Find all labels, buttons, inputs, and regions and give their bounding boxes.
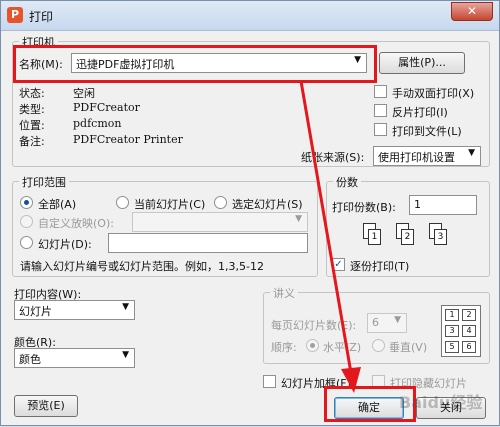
range-current-slide-label: 当前幻灯片(C) bbox=[134, 198, 206, 211]
manual-duplex-label: 手动双面打印(X) bbox=[392, 87, 475, 100]
frame-slides-checkbox[interactable] bbox=[263, 375, 276, 388]
handout-cell: 5 bbox=[445, 341, 459, 353]
slides-range-input[interactable] bbox=[108, 233, 308, 253]
watermark-text: Baidu经验 bbox=[399, 393, 483, 412]
handout-cell: 3 bbox=[445, 325, 459, 337]
handout-layout-preview: 1 2 3 4 5 6 bbox=[441, 305, 481, 357]
collate-pages-icon: 3 bbox=[429, 223, 449, 247]
range-slides-label: 幻灯片(D): bbox=[38, 238, 92, 251]
comment-label: 备注: bbox=[19, 135, 45, 148]
order-label: 顺序: bbox=[271, 341, 297, 354]
comment-value: PDFCreator Printer bbox=[73, 133, 183, 146]
copies-group-title: 份数 bbox=[333, 174, 361, 190]
reverse-print-label: 反片打印(I) bbox=[392, 106, 448, 119]
range-current-slide-radio[interactable] bbox=[116, 196, 129, 209]
wps-app-icon: P bbox=[7, 7, 23, 23]
collate-pages-icon: 2 bbox=[396, 223, 416, 247]
collate-pages-icon: 1 bbox=[363, 223, 383, 247]
chevron-down-icon: ▼ bbox=[394, 315, 401, 325]
handout-cell: 4 bbox=[462, 325, 476, 337]
range-selected-slides-label: 选定幻灯片(S) bbox=[232, 198, 303, 211]
location-value: pdfcmon bbox=[73, 117, 122, 130]
color-value: 颜色 bbox=[19, 353, 41, 366]
manual-duplex-checkbox[interactable] bbox=[374, 85, 387, 98]
printer-properties-button[interactable]: 属性(P)... bbox=[379, 52, 465, 74]
handout-cell: 1 bbox=[445, 309, 459, 321]
custom-show-select[interactable]: ▼ bbox=[132, 212, 308, 232]
annotation-highlight-printer bbox=[13, 45, 377, 83]
slides-per-page-value: 6 bbox=[372, 316, 379, 329]
print-to-file-checkbox[interactable] bbox=[374, 123, 387, 136]
page-front-icon: 2 bbox=[401, 229, 414, 245]
print-range-group-title: 打印范围 bbox=[19, 174, 69, 190]
order-horizontal-label: 水平(Z) bbox=[323, 341, 362, 354]
chevron-down-icon: ▼ bbox=[468, 148, 475, 158]
order-horizontal-radio[interactable] bbox=[306, 339, 319, 352]
paper-source-value: 使用打印机设置 bbox=[378, 151, 455, 164]
page-front-icon: 3 bbox=[434, 229, 447, 245]
type-label: 类型: bbox=[19, 103, 45, 116]
copies-value: 1 bbox=[414, 198, 421, 211]
preview-button[interactable]: 预览(E) bbox=[14, 395, 78, 417]
range-custom-show-label: 自定义放映(O): bbox=[38, 217, 114, 230]
print-to-file-label: 打印到文件(L) bbox=[392, 125, 462, 138]
slides-per-page-label: 每页幻灯片数(E): bbox=[271, 319, 357, 332]
chevron-down-icon: ▼ bbox=[122, 302, 129, 312]
color-select[interactable]: 颜色 ▼ bbox=[14, 348, 135, 368]
range-all-radio[interactable] bbox=[20, 196, 33, 209]
status-value: 空闲 bbox=[73, 87, 95, 100]
chevron-down-icon: ▼ bbox=[295, 214, 302, 224]
range-selected-slides-radio[interactable] bbox=[214, 196, 227, 209]
title-bar: P 打印 ✕ bbox=[1, 1, 499, 31]
paper-source-label: 纸张来源(S): bbox=[301, 151, 365, 164]
collate-checkbox[interactable]: ✓ bbox=[332, 258, 345, 271]
status-label: 状态: bbox=[19, 87, 45, 100]
range-hint-text: 请输入幻灯片编号或幻灯片范围。例如，1,3,5-12 bbox=[20, 260, 264, 273]
reverse-print-checkbox[interactable] bbox=[374, 104, 387, 117]
print-dialog: P 打印 ✕ 打印机 名称(M): 迅捷PDF虚拟打印机 ▼ 属性(P)... … bbox=[0, 0, 500, 426]
range-custom-show-radio[interactable] bbox=[20, 215, 33, 228]
close-icon: ✕ bbox=[466, 4, 478, 18]
window-title: 打印 bbox=[29, 10, 54, 24]
range-slides-radio[interactable] bbox=[20, 236, 33, 249]
collate-label: 逐份打印(T) bbox=[350, 260, 410, 273]
print-content-value: 幻灯片 bbox=[19, 305, 52, 318]
type-value: PDFCreator bbox=[73, 101, 140, 114]
handout-cell: 6 bbox=[462, 341, 476, 353]
print-content-select[interactable]: 幻灯片 ▼ bbox=[14, 300, 135, 320]
range-all-label: 全部(A) bbox=[38, 198, 77, 211]
handout-cell: 2 bbox=[462, 309, 476, 321]
copies-input[interactable]: 1 bbox=[409, 195, 477, 215]
handout-group-title: 讲义 bbox=[270, 285, 298, 301]
paper-source-select[interactable]: 使用打印机设置 ▼ bbox=[373, 146, 481, 166]
slides-per-page-select[interactable]: 6 ▼ bbox=[367, 313, 407, 333]
location-label: 位置: bbox=[19, 119, 45, 132]
chevron-down-icon: ▼ bbox=[122, 350, 129, 360]
window-close-button[interactable]: ✕ bbox=[451, 2, 493, 21]
order-vertical-radio[interactable] bbox=[372, 339, 385, 352]
copies-label: 打印份数(B): bbox=[332, 201, 396, 214]
order-vertical-label: 垂直(V) bbox=[389, 341, 428, 354]
page-front-icon: 1 bbox=[368, 229, 381, 245]
